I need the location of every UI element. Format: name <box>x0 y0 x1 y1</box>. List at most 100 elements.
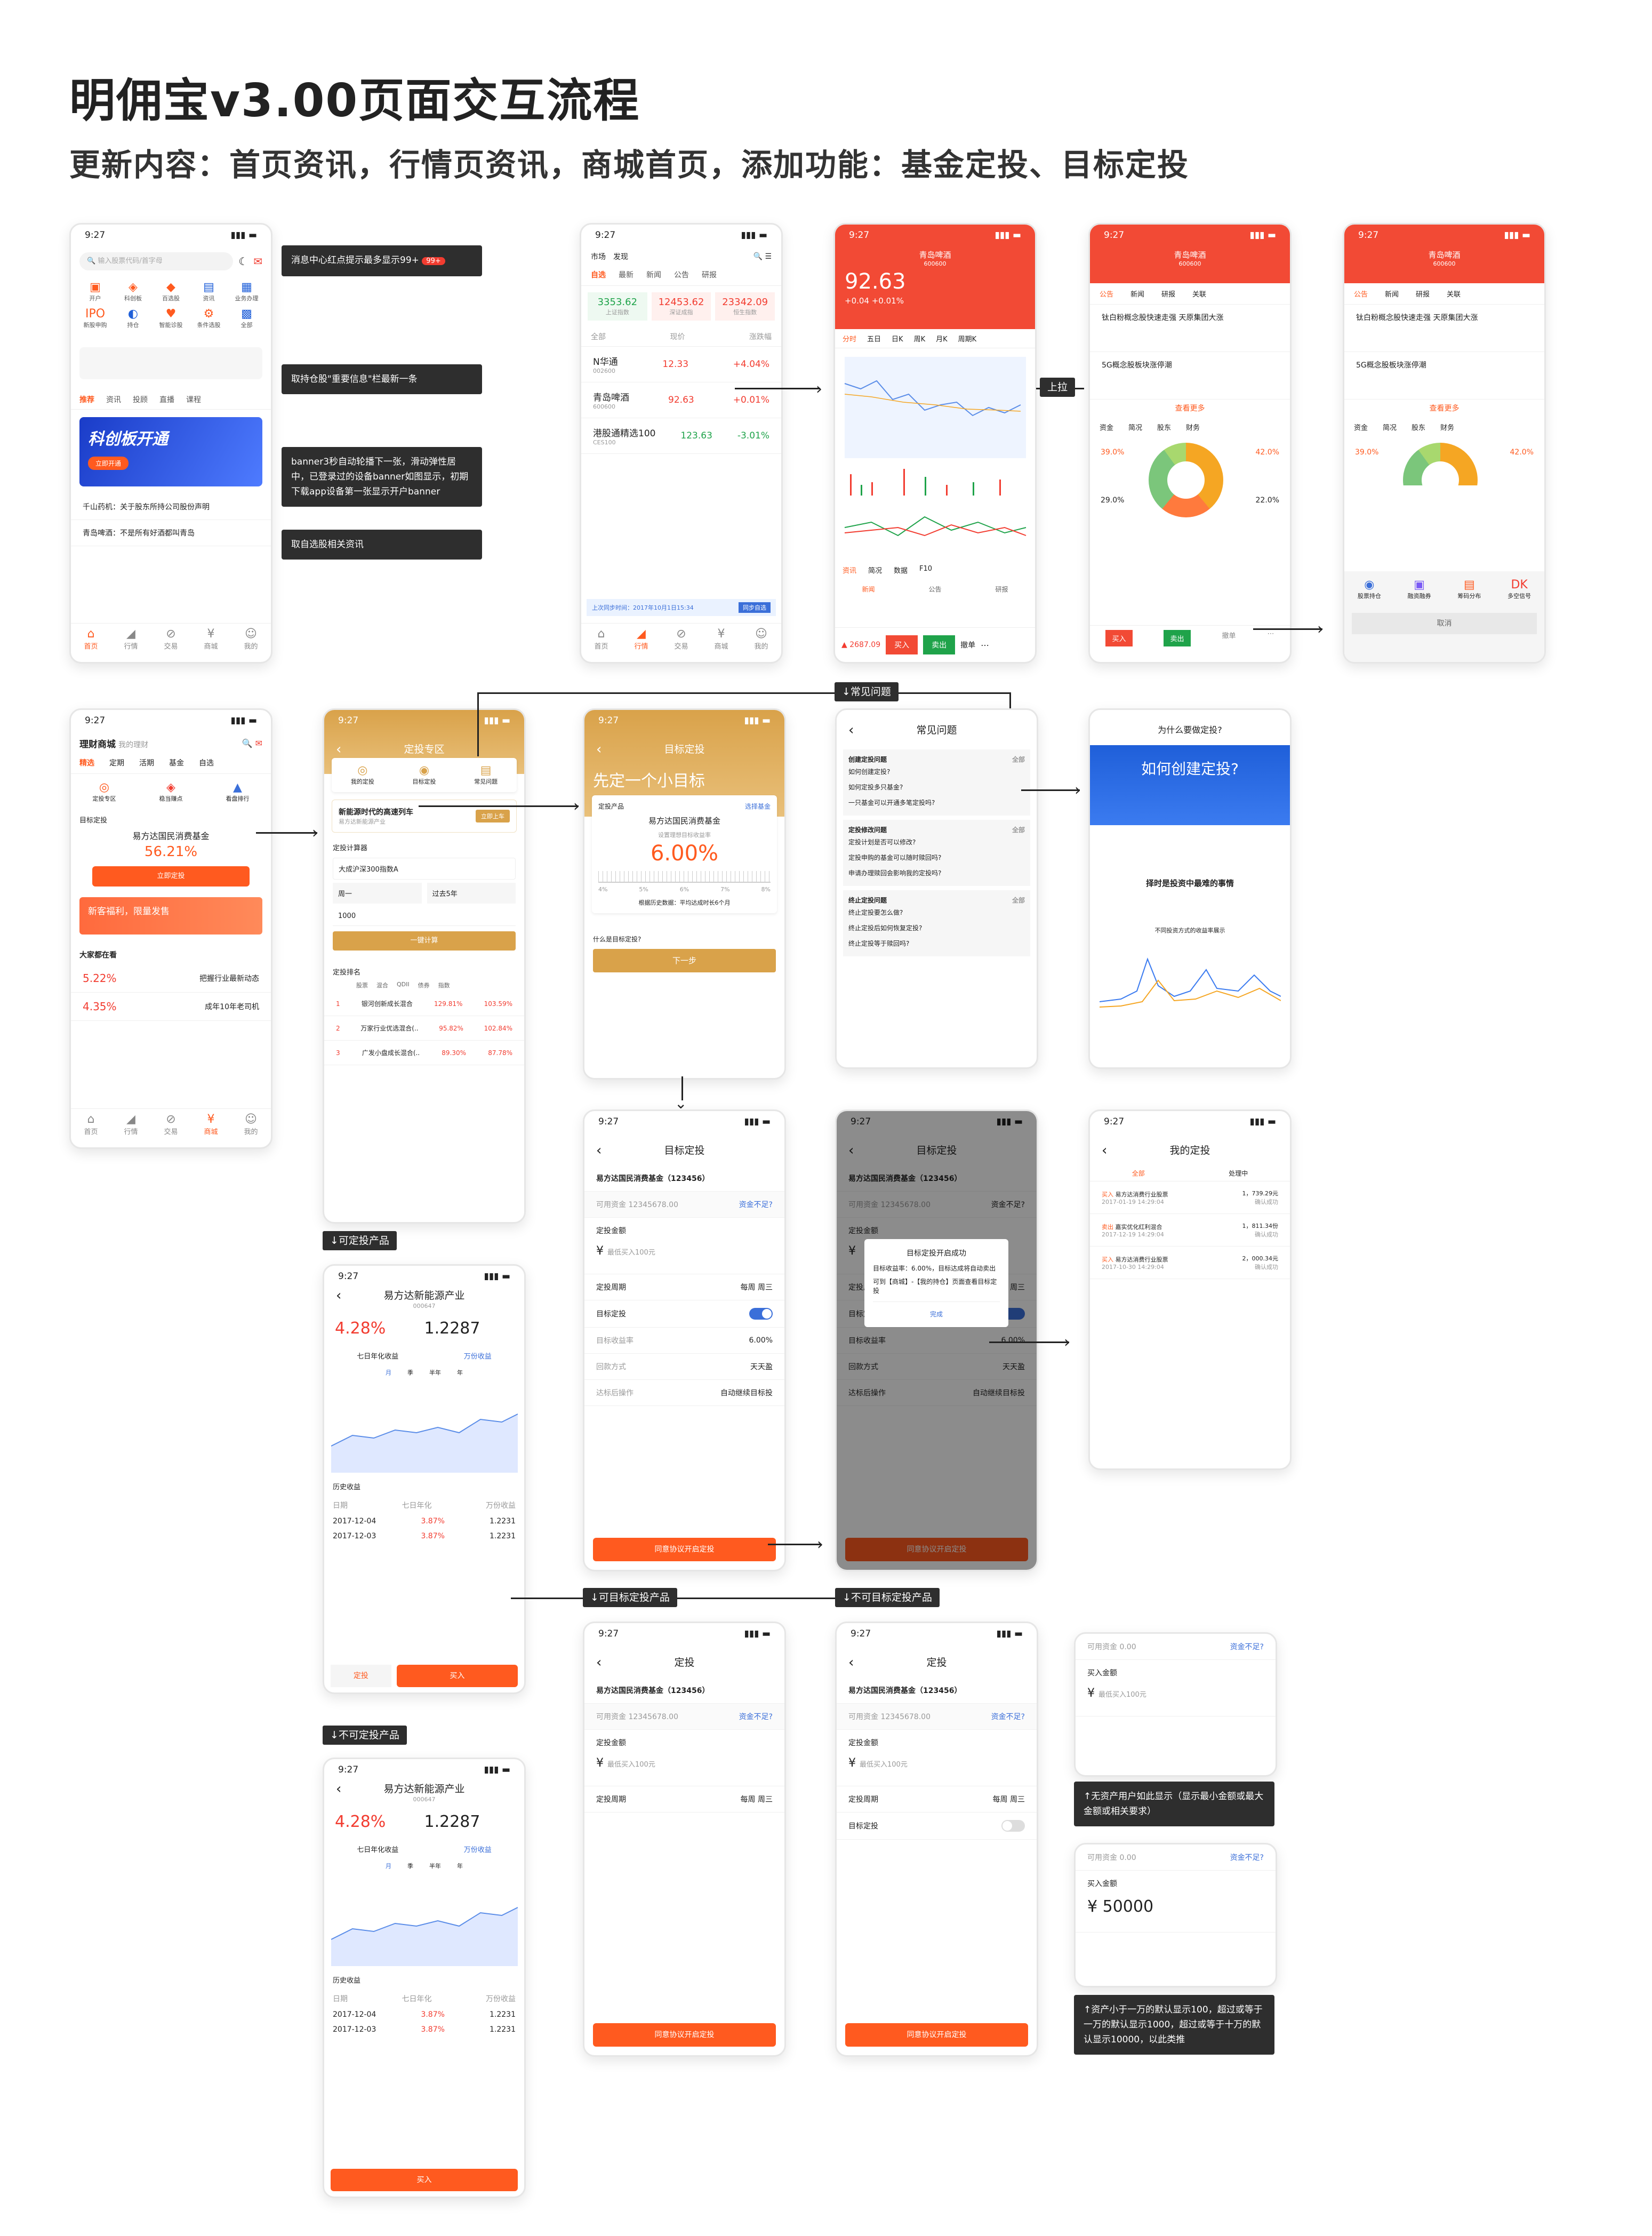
tab-news[interactable]: 资讯 <box>106 394 121 405</box>
mall-tab[interactable]: 定期 <box>109 757 124 768</box>
back-icon[interactable]: ‹ <box>336 734 341 764</box>
target-dingtou-entry[interactable]: ◉ 目标定投 <box>412 764 436 786</box>
back-icon[interactable]: ‹ <box>336 1289 341 1303</box>
dialog-ok-button[interactable]: 完成 <box>873 1301 1000 1319</box>
tab-notice[interactable]: 公告 <box>674 269 689 280</box>
next-button[interactable]: 下一步 <box>593 949 776 972</box>
mall-tab[interactable]: 精选 <box>79 757 94 768</box>
agree-button[interactable]: 同意协议开启定投 <box>593 1538 776 1561</box>
info-tab[interactable]: 资讯 <box>843 565 856 575</box>
ktab[interactable]: 周期K <box>958 333 977 344</box>
home-icon-10[interactable]: ▩ 全部 <box>228 308 266 329</box>
zone-steady[interactable]: ◈ 稳当赚点 <box>159 781 183 803</box>
share-option[interactable]: ▣ 融资融券 <box>1408 579 1431 600</box>
mall-tab[interactable]: 活期 <box>139 757 154 768</box>
message-icon[interactable]: ✉ <box>253 255 262 268</box>
tab-latest[interactable]: 最新 <box>619 269 633 280</box>
back-icon[interactable]: ‹ <box>596 734 602 764</box>
tabbar-mall[interactable]: ¥ 商城 <box>204 628 218 662</box>
ktab[interactable]: 月K <box>936 333 948 344</box>
tabbar-mine[interactable]: ☺ 我的 <box>244 628 258 662</box>
mall-tab[interactable]: 基金 <box>169 757 184 768</box>
tabbar-home[interactable]: ⌂ 首页 <box>594 628 608 662</box>
ktab[interactable]: 日K <box>892 333 903 344</box>
index-card[interactable]: 23342.09 恒生指数 <box>715 292 775 321</box>
news-item[interactable]: 青岛啤酒：不是所有好酒都叫青岛 <box>71 520 271 546</box>
info-tab[interactable]: 研报 <box>1161 289 1175 299</box>
tab-report[interactable]: 研报 <box>702 269 717 280</box>
cancel-button[interactable]: 取消 <box>1352 613 1537 634</box>
cycle-select[interactable]: 定投周期 每周 周三 <box>584 1786 784 1812</box>
share-option[interactable]: ▤ 筹码分布 <box>1457 579 1481 600</box>
mall-tab[interactable]: 自选 <box>199 757 214 768</box>
tabbar-mall[interactable]: ¥ 商城 <box>714 628 728 662</box>
sync-button[interactable]: 同步自选 <box>739 602 771 613</box>
list-item[interactable]: 5.22% 把握行业最新动态 <box>71 964 271 993</box>
record-row[interactable]: 买入 易方达消费行业股票 2017-01-19 14:29:04 1，739.29元… <box>1090 1181 1290 1214</box>
faq-item[interactable]: 申请办理赎回会影响我的定投吗? <box>848 865 1025 881</box>
rate-slider[interactable] <box>598 871 771 883</box>
ktab[interactable]: 周K <box>914 333 926 344</box>
faq-item[interactable]: 终止定投要怎么做? <box>848 905 1025 920</box>
index-card[interactable]: 3353.62 上证指数 <box>588 292 647 321</box>
stock-row[interactable]: N华通 002600 12.33 +4.04% <box>581 347 781 382</box>
back-icon[interactable]: ‹ <box>596 1648 602 1678</box>
calc-button[interactable]: 一键计算 <box>333 931 516 951</box>
stock-row[interactable]: 港股通精选100 CES100 123.63 -3.01% <box>581 418 781 454</box>
home-icon-9[interactable]: ⚙ 条件选股 <box>190 308 228 329</box>
faq-item[interactable]: 一只基金可以开通多笔定投吗? <box>848 795 1025 810</box>
home-icon-2[interactable]: ◆ 百选股 <box>152 281 190 302</box>
zone-rank[interactable]: ▲ 看盘排行 <box>226 781 250 803</box>
faq-item[interactable]: 终止定投等于赎回吗? <box>848 936 1025 951</box>
record-row[interactable]: 买入 易方达消费行业股票 2017-10-30 14:29:04 2，000.34元… <box>1090 1247 1290 1279</box>
faq-item[interactable]: 定投计划是否可以修改? <box>848 834 1025 850</box>
rank-row[interactable]: 3 广发小盘成长混合(.. 89.30% 87.78% <box>324 1041 524 1065</box>
ktab[interactable]: 分时 <box>843 333 856 344</box>
tabbar-market[interactable]: ◢ 行情 <box>124 628 138 662</box>
more-link[interactable]: 查看更多 <box>1090 400 1290 417</box>
home-icon-1[interactable]: ◈ 科创板 <box>114 281 152 302</box>
back-icon[interactable]: ‹ <box>1102 1136 1107 1165</box>
faq-entry[interactable]: ▤ 常见问题 <box>474 764 498 786</box>
agree-button[interactable]: 同意协议开启定投 <box>845 2023 1028 2047</box>
back-icon[interactable]: ‹ <box>596 1136 602 1165</box>
tab-recommend[interactable]: 推荐 <box>79 394 94 405</box>
tab-market-top[interactable]: 市场 <box>591 253 606 261</box>
faq-item[interactable]: 定投申购的基金可以随时赎回吗? <box>848 850 1025 865</box>
home-icon-0[interactable]: ▣ 开户 <box>76 281 114 302</box>
buy-button[interactable]: 买入 <box>331 2169 518 2191</box>
tab-news[interactable]: 新闻 <box>646 269 661 280</box>
tab-advisor[interactable]: 投顾 <box>133 394 148 405</box>
tabbar-trade[interactable]: ⊘ 交易 <box>164 628 178 662</box>
home-banner[interactable]: 科创板开通 立即开通 <box>79 417 262 486</box>
ktab[interactable]: 五日 <box>867 333 881 344</box>
info-tab[interactable]: 公告 <box>1100 289 1113 299</box>
tab-course[interactable]: 课程 <box>186 394 201 405</box>
home-icon-8[interactable]: ♥ 智能诊股 <box>152 308 190 329</box>
news-item[interactable]: 5G概念股板块涨停潮 <box>1090 352 1290 400</box>
search-icon[interactable]: 🔍 <box>753 252 763 261</box>
record-tab[interactable]: 全部 <box>1132 1169 1145 1178</box>
faq-item[interactable]: 终止定投后如何恢复定投? <box>848 920 1025 936</box>
sell-button[interactable]: 卖出 <box>923 635 956 654</box>
list-item[interactable]: 4.35% 成年10年老司机 <box>71 993 271 1021</box>
zone-dingtou[interactable]: ◎ 定投专区 <box>93 781 116 803</box>
amount-input[interactable]: 最低买入100元 <box>607 1249 655 1257</box>
faq-item[interactable]: 如何定投多只基金? <box>848 779 1025 795</box>
buy-button[interactable]: 买入 <box>396 1665 518 1687</box>
news-item[interactable]: 钛白粉概念股快速走强 天原集团大涨 <box>1090 305 1290 352</box>
back-icon[interactable]: ‹ <box>336 1782 341 1796</box>
info-tab[interactable]: 简况 <box>868 565 882 575</box>
info-tab[interactable]: F10 <box>919 565 932 575</box>
calc-amount[interactable]: 1000 <box>333 907 516 926</box>
message-icon[interactable]: ✉ <box>255 738 262 748</box>
home-icon-4[interactable]: ▦ 业务办理 <box>228 281 266 302</box>
tabbar-trade[interactable]: ⊘ 交易 <box>674 628 688 662</box>
what-link[interactable]: 什么是目标定投? <box>584 913 784 949</box>
buy-button[interactable]: 买入 <box>886 635 918 654</box>
rank-row[interactable]: 1 银河创新成长混合 129.81% 103.59% <box>324 992 524 1016</box>
share-option[interactable]: DK 多空信号 <box>1507 579 1531 600</box>
moon-icon[interactable]: ☾ <box>238 255 248 268</box>
tab-watchlist[interactable]: 自选 <box>591 269 606 280</box>
tabbar-home[interactable]: ⌂ 首页 <box>84 628 98 662</box>
